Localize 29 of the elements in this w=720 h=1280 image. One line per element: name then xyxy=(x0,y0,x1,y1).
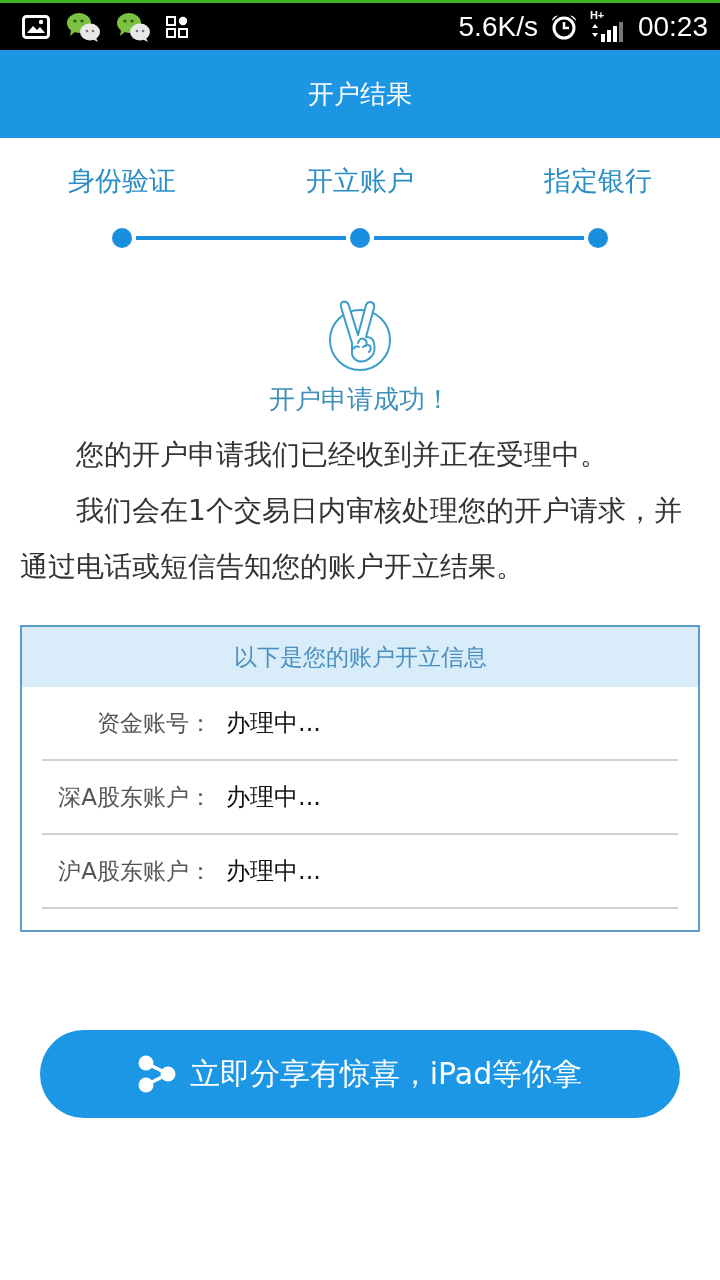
alarm-clock-icon xyxy=(549,13,578,40)
field-value: 办理中... xyxy=(226,782,321,813)
share-icon xyxy=(137,1055,176,1093)
step-label: 指定银行 xyxy=(544,164,652,198)
victory-hand-icon xyxy=(327,299,393,373)
info-paragraph: 您的开户申请我们已经收到并正在受理中。 xyxy=(75,437,609,473)
field-label: 沪A股东账户： xyxy=(57,856,212,886)
field-value: 办理中... xyxy=(226,708,321,739)
chat-bubbles-icon xyxy=(116,10,150,43)
step-dot-icon xyxy=(350,228,370,248)
chat-bubbles-icon xyxy=(66,10,100,43)
panel-header: 以下是您的账户开立信息 xyxy=(22,627,698,687)
clock-time: 00:23 xyxy=(637,10,708,43)
network-speed: 5.6K/s xyxy=(458,10,538,43)
page-title: 开户结果 xyxy=(308,78,412,111)
step-label: 开立账户 xyxy=(306,164,414,198)
step-dot-icon xyxy=(588,228,608,248)
field-value: 办理中... xyxy=(226,856,321,887)
network-type-label: H+ xyxy=(589,8,605,21)
grid-icon xyxy=(166,15,188,38)
field-label: 资金账号： xyxy=(96,708,212,738)
info-paragraph: 我们会在1个交易日内审核处理您的开户请求，并通过电话或短信告知您的账户开立结果。 xyxy=(20,493,683,585)
step-label: 身份验证 xyxy=(68,164,176,198)
signal-bars-icon xyxy=(589,21,624,42)
field-label: 深A股东账户： xyxy=(57,782,212,812)
share-button[interactable]: 立即分享有惊喜，iPad等你拿 xyxy=(40,1030,680,1118)
step-dot-icon xyxy=(112,228,132,248)
success-message: 开户申请成功！ xyxy=(269,383,451,416)
picture-icon xyxy=(22,14,50,39)
